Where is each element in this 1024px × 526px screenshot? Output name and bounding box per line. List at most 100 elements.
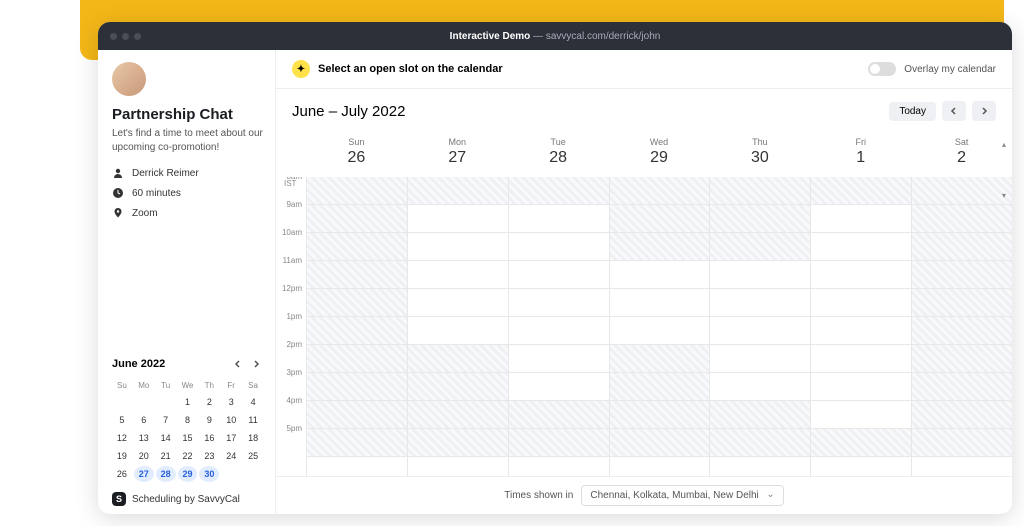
time-slot[interactable]: [408, 205, 508, 233]
tz-select[interactable]: Chennai, Kolkata, Mumbai, New Delhi: [581, 485, 783, 506]
mini-day[interactable]: 24: [221, 448, 241, 464]
mini-prev-button[interactable]: [231, 357, 245, 371]
time-slot[interactable]: [509, 233, 609, 261]
time-slot[interactable]: [509, 345, 609, 373]
time-slot: [509, 177, 609, 205]
time-slot: [710, 233, 810, 261]
mini-day[interactable]: 21: [156, 448, 176, 464]
time-slot[interactable]: [811, 261, 911, 289]
mini-day[interactable]: 23: [199, 448, 219, 464]
time-slot[interactable]: [509, 261, 609, 289]
time-slot[interactable]: [811, 205, 911, 233]
next-week-button[interactable]: [972, 101, 996, 121]
time-slot[interactable]: [710, 289, 810, 317]
mini-day[interactable]: 1: [178, 394, 198, 410]
day-header: Tue28: [508, 133, 609, 177]
day-header: Wed29: [609, 133, 710, 177]
time-slot[interactable]: [811, 401, 911, 429]
mini-day[interactable]: 3: [221, 394, 241, 410]
time-slot[interactable]: [710, 373, 810, 401]
day-column: [709, 177, 810, 476]
mini-day[interactable]: 16: [199, 430, 219, 446]
mini-dow: Fr: [221, 379, 241, 392]
time-slot: [610, 345, 710, 373]
mini-day[interactable]: 15: [178, 430, 198, 446]
calendar-title: June – July 2022: [292, 103, 405, 120]
time-slot[interactable]: [811, 317, 911, 345]
scroll-indicator[interactable]: ▴▾: [1002, 140, 1010, 200]
tz-footer-label: Times shown in: [504, 490, 573, 501]
mini-day[interactable]: 20: [134, 448, 154, 464]
time-slot[interactable]: [710, 345, 810, 373]
mini-day[interactable]: 22: [178, 448, 198, 464]
mini-day[interactable]: 14: [156, 430, 176, 446]
mini-day: [221, 466, 241, 482]
time-slot: [408, 373, 508, 401]
mini-day[interactable]: 12: [112, 430, 132, 446]
mini-day[interactable]: 28: [156, 466, 176, 482]
mini-day[interactable]: 11: [243, 412, 263, 428]
time-slot[interactable]: [509, 289, 609, 317]
day-column: [407, 177, 508, 476]
time-slot[interactable]: [710, 317, 810, 345]
time-slot[interactable]: [710, 261, 810, 289]
prev-week-button[interactable]: [942, 101, 966, 121]
mini-day[interactable]: 18: [243, 430, 263, 446]
mini-day[interactable]: 19: [112, 448, 132, 464]
time-slot[interactable]: [408, 317, 508, 345]
organizer-row: Derrick Reimer: [112, 167, 263, 179]
sidebar: Partnership Chat Let's find a time to me…: [98, 50, 276, 514]
time-slot[interactable]: [408, 233, 508, 261]
time-slot[interactable]: [509, 317, 609, 345]
mini-day[interactable]: 13: [134, 430, 154, 446]
mini-day[interactable]: 25: [243, 448, 263, 464]
time-slot: [610, 401, 710, 429]
mini-day[interactable]: 2: [199, 394, 219, 410]
mini-day: [112, 394, 132, 410]
time-slot[interactable]: [811, 345, 911, 373]
time-slot: [509, 401, 609, 429]
time-slot[interactable]: [408, 261, 508, 289]
time-slot[interactable]: [408, 289, 508, 317]
mini-day: [156, 394, 176, 410]
app-window: Interactive Demo — savvycal.com/derrick/…: [98, 22, 1012, 514]
mini-next-button[interactable]: [249, 357, 263, 371]
time-slot[interactable]: [509, 205, 609, 233]
mini-day[interactable]: 29: [178, 466, 198, 482]
mini-day[interactable]: 8: [178, 412, 198, 428]
time-slot[interactable]: [811, 373, 911, 401]
window-dot: [122, 33, 129, 40]
time-slot: [912, 261, 1012, 289]
time-slot: [307, 373, 407, 401]
week-header: Sun26Mon27Tue28Wed29Thu30Fri1Sat2: [276, 133, 1012, 177]
day-column: [911, 177, 1012, 476]
mini-day[interactable]: 5: [112, 412, 132, 428]
mini-day[interactable]: 17: [221, 430, 241, 446]
time-slot[interactable]: [811, 233, 911, 261]
time-slot[interactable]: [610, 261, 710, 289]
mini-day[interactable]: 6: [134, 412, 154, 428]
mini-dow: Th: [199, 379, 219, 392]
mini-day[interactable]: 4: [243, 394, 263, 410]
time-slot[interactable]: [610, 317, 710, 345]
time-slot: [307, 317, 407, 345]
mini-day[interactable]: 7: [156, 412, 176, 428]
time-slot: [710, 429, 810, 457]
mini-dow: We: [178, 379, 198, 392]
mini-dow: Su: [112, 379, 132, 392]
mini-day[interactable]: 30: [199, 466, 219, 482]
url-bar: Interactive Demo — savvycal.com/derrick/…: [98, 22, 1012, 50]
time-slot: [912, 233, 1012, 261]
mini-day[interactable]: 27: [134, 466, 154, 482]
mini-day[interactable]: 26: [112, 466, 132, 482]
mini-day[interactable]: 10: [221, 412, 241, 428]
time-slot[interactable]: [610, 289, 710, 317]
time-slot: [912, 429, 1012, 457]
mini-day[interactable]: 9: [199, 412, 219, 428]
time-slot[interactable]: [811, 289, 911, 317]
time-slot[interactable]: [509, 373, 609, 401]
brand-footer[interactable]: S Scheduling by SavvyCal: [112, 492, 263, 506]
today-button[interactable]: Today: [889, 102, 936, 121]
overlay-toggle[interactable]: [868, 62, 896, 76]
day-header: Sun26: [306, 133, 407, 177]
